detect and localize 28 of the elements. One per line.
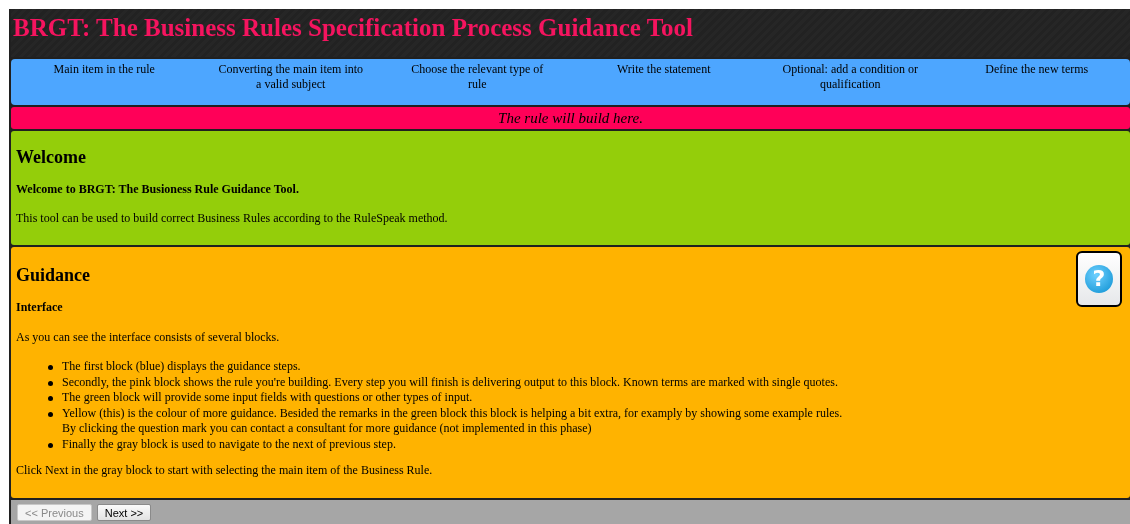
list-item-text: The first block (blue) displays the guidance steps. xyxy=(62,359,301,375)
step-label: Choose the relevant type of rule xyxy=(410,62,545,93)
bullet-icon xyxy=(48,380,53,386)
list-item-text: Secondly, the pink block shows the rule you're building. Every step you will finish is delivering output to this block. Known terms are marked with single quotes. xyxy=(62,374,838,391)
list-item-text: The green block will provide some input fields with questions or other types of input. xyxy=(62,390,473,406)
list-item-text: By clicking the question mark you can contact a consultant for more guidance (not implemented in this phase) xyxy=(62,421,593,437)
bullet-icon xyxy=(48,411,53,417)
welcome-text: This tool can be used to build correct Business Rules according to the RuleSpeak method. xyxy=(16,211,448,226)
guidance-intro: As you can see the interface consists of several blocks. xyxy=(16,330,280,345)
guidance-subheading: Interface xyxy=(16,300,63,315)
step-label: Define the new terms xyxy=(984,62,1090,78)
welcome-subheading: Welcome to BRGT: The Busioness Rule Guidance Tool. xyxy=(16,182,299,197)
bullet-icon xyxy=(48,396,53,402)
welcome-heading: Welcome xyxy=(16,147,86,168)
list-item-text: Finally the gray block is used to navigate to the next of previous step. xyxy=(62,436,396,453)
app-title: BRGT: The Business Rules Specification Process Guidance Tool xyxy=(13,14,693,42)
bullet-icon xyxy=(48,442,53,448)
guidance-heading: Guidance xyxy=(16,265,90,286)
step-label: Write the statement xyxy=(616,62,712,78)
guidance-outro: Click Next in the gray block to start with selecting the main item of the Business Rule. xyxy=(16,462,433,478)
rule-text: The rule will build here. xyxy=(498,110,643,126)
bullet-icon xyxy=(48,365,53,370)
help-button[interactable]: ? xyxy=(1076,251,1122,307)
list-item-text: Yellow (this) is the colour of more guidance. Besided the remarks in the green block this block is helping a bit extra, for examply by showing some example rules. xyxy=(62,405,843,422)
step-label: Main item in the rule xyxy=(52,62,156,78)
step-label: Optional: add a condition or qualification xyxy=(781,62,919,93)
step-label: Converting the main item into a valid subject xyxy=(217,62,365,93)
next-button[interactable]: Next >> xyxy=(96,504,152,521)
